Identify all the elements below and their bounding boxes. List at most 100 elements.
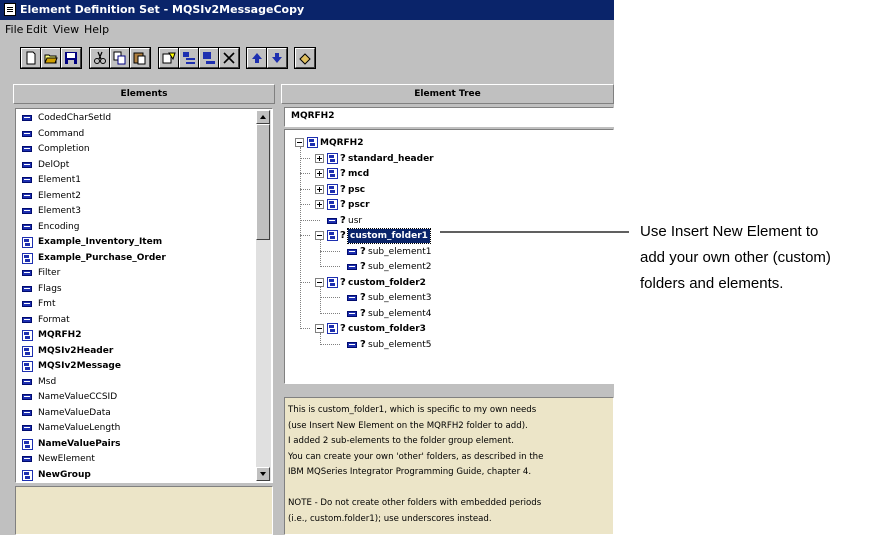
description-line: NOTE - Do not create other folders with … [288,498,542,508]
tree-connector [320,286,321,314]
properties-button[interactable] [158,47,180,69]
menu-view[interactable]: View [53,21,79,39]
save-icon [65,52,77,64]
expand-icon[interactable] [315,200,324,209]
group-icon [22,345,33,357]
unresolved-icon: ? [360,338,366,350]
paste-icon [133,52,146,65]
list-item-label: Completion [38,144,90,154]
tree-connector [300,173,310,174]
scroll-up-button[interactable] [256,110,270,124]
copy-button[interactable] [109,47,131,69]
tree-connector [300,235,310,236]
expand-icon[interactable] [315,169,324,178]
list-item-label: Format [38,314,70,325]
element-tree[interactable]: MQRFH2? standard_header? mcd? psc? pscr? usr?… [284,129,614,384]
unresolved-icon: ? [360,307,366,319]
tree-connector [320,266,340,267]
tree-connector [320,343,340,345]
insert-element-icon [203,52,215,64]
copy-icon [113,51,126,65]
title-bar[interactable]: Element Definition Set - MQSIv2MessageCo… [0,0,614,20]
element-icon [347,310,357,317]
element-icon [22,130,32,137]
list-item-label: NameValueLength [38,423,121,433]
group-icon [327,230,338,241]
insert-element-button[interactable] [198,47,220,69]
collapse-icon[interactable] [315,324,324,333]
tree-node-label: sub_element1 [368,246,432,257]
tree-connector [320,250,340,252]
checkin-icon [299,53,311,65]
group-icon [22,330,33,341]
group-icon [327,168,338,179]
tree-connector [320,297,340,298]
list-item-label: NameValueData [38,407,111,418]
element-icon [22,115,32,121]
arrow-up-icon [252,53,262,63]
open-button[interactable] [40,47,62,69]
paste-button[interactable] [129,47,151,69]
app-icon[interactable] [4,3,16,16]
tree-node-label: mcd [348,169,370,179]
element-description-box[interactable] [15,486,273,535]
window-title: Element Definition Set - MQSIv2MessageCo… [20,3,305,16]
cut-icon [94,51,106,64]
arrow-down-icon [272,53,282,63]
description-line: I added 2 sub-elements to the folder gro… [288,436,514,446]
description-line: (use Insert New Element on the MQRFH2 fo… [288,420,528,431]
new-button[interactable] [20,47,42,69]
element-icon [22,285,32,292]
element-icon [22,409,32,416]
list-item-label: NewElement [38,454,95,464]
list-item-label: MQSIv2Header [38,345,114,356]
move-up-button[interactable] [246,47,268,69]
tree-connector [300,157,310,159]
list-item-label: Element3 [38,206,81,216]
delete-button[interactable] [218,47,240,69]
description-box[interactable]: This is custom_folder1, which is specifi… [284,397,614,535]
menu-bar: File Edit View Help [0,21,614,39]
scroll-down-button[interactable] [256,467,270,481]
cut-button[interactable] [89,47,111,69]
menu-edit[interactable]: Edit [26,21,47,39]
menu-help[interactable]: Help [84,21,109,39]
scroll-thumb[interactable] [256,124,270,240]
tree-connector [300,281,310,283]
move-down-button[interactable] [266,47,288,69]
menu-file[interactable]: File [5,21,23,39]
tree-connector [300,328,310,329]
tree-path-field[interactable]: MQRFH2 [284,107,614,127]
tree-node-label: sub_element5 [368,339,432,350]
list-item-label: Fmt [38,299,56,309]
open-icon [44,54,58,64]
list-item-label: Example_Purchase_Order [38,252,166,263]
insert-button[interactable] [178,47,200,69]
application-window: Element Definition Set - MQSIv2MessageCo… [0,0,614,535]
elements-scrollbar[interactable] [256,110,271,481]
callout-line-1: Use Insert New Element to [640,223,819,240]
expand-icon[interactable] [315,153,324,163]
expand-icon[interactable] [315,184,324,194]
elements-list[interactable]: CodedCharSetId Command Completion DelOpt Ele… [15,108,273,483]
collapse-icon[interactable] [315,277,324,287]
list-item-label: NameValueCCSID [38,392,118,402]
tree-node-label: standard_header [348,153,434,164]
element-icon [347,248,357,255]
group-icon [327,276,338,288]
description-line: (i.e., custom.folder1); use underscores … [288,513,492,524]
checkin-button[interactable] [294,47,316,69]
tree-connector [300,147,301,327]
callout-leader-line [440,231,629,233]
collapse-icon[interactable] [315,231,324,240]
group-icon [22,438,33,450]
list-item-label: Filter [38,268,61,278]
description-line: You can create your own 'other' folders,… [288,451,544,462]
save-button[interactable] [60,47,82,69]
element-icon [22,301,32,307]
collapse-icon[interactable] [295,138,304,147]
list-item-label: MQSIv2Message [38,361,121,371]
element-icon [22,316,32,323]
group-icon [327,323,338,334]
list-item-label: Element2 [38,190,81,201]
